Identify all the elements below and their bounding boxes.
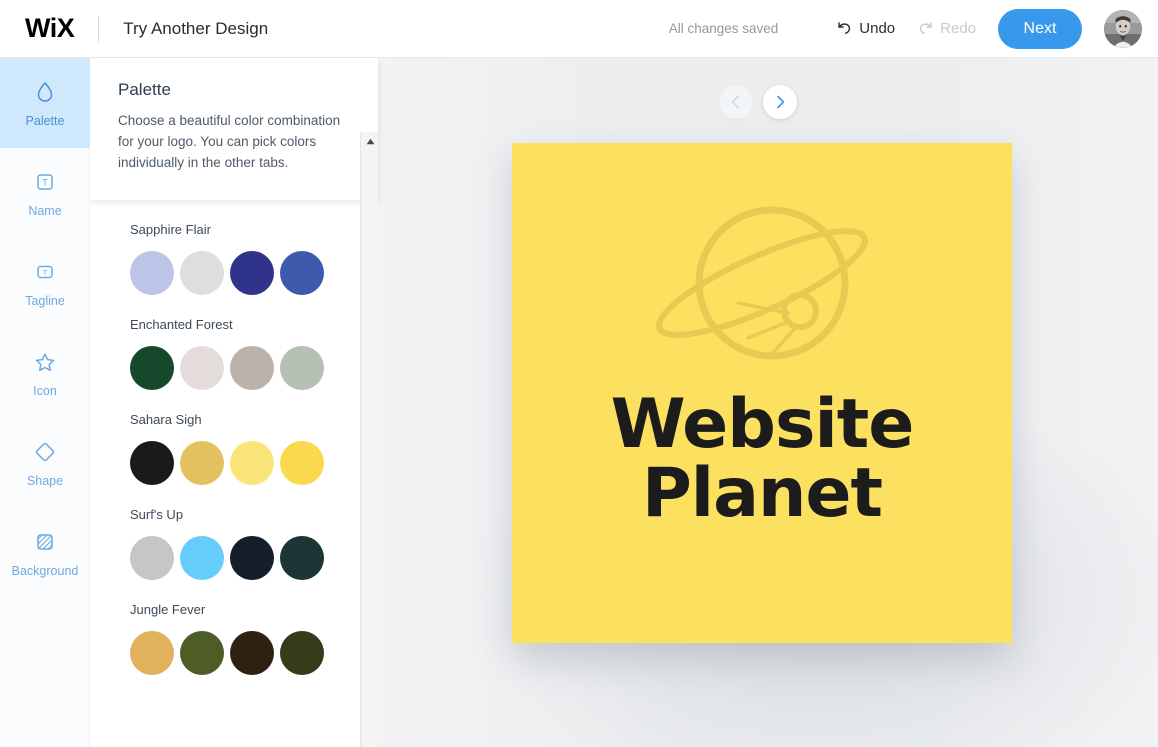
palette-swatches [130, 536, 360, 580]
palette-option-sapphire-flair[interactable]: Sapphire Flair [90, 222, 360, 295]
color-swatch[interactable] [130, 536, 174, 580]
color-swatch[interactable] [280, 631, 324, 675]
color-swatch[interactable] [280, 346, 324, 390]
color-swatch[interactable] [180, 536, 224, 580]
chevron-left-icon [731, 95, 739, 109]
caret-up-icon [366, 138, 374, 144]
left-nav-rail: Palette T Name T Tagline Icon Shape Back… [0, 58, 90, 747]
color-swatch[interactable] [230, 441, 274, 485]
logo-preview-canvas: Website Planet [378, 58, 1158, 747]
avatar-image [1104, 9, 1142, 48]
redo-button[interactable]: Redo [917, 20, 976, 37]
palette-name: Jungle Fever [130, 602, 206, 617]
color-swatch[interactable] [130, 631, 174, 675]
sidebar-item-label: Tagline [25, 294, 65, 309]
palette-panel: Sapphire Flair Enchanted Forest Sahara S… [90, 58, 378, 747]
sidebar-item-label: Palette [25, 114, 65, 129]
next-design-button[interactable] [763, 85, 797, 119]
palette-list: Sapphire Flair Enchanted Forest Sahara S… [90, 190, 360, 697]
sidebar-item-shape[interactable]: Shape [0, 418, 90, 508]
scroll-up-arrow-button[interactable] [361, 132, 379, 150]
redo-icon [917, 20, 934, 37]
sidebar-item-palette[interactable]: Palette [0, 58, 90, 148]
palette-option-jungle-fever[interactable]: Jungle Fever [90, 602, 360, 675]
sidebar-item-tagline[interactable]: T Tagline [0, 238, 90, 328]
palette-option-surfs-up[interactable]: Surf's Up [90, 507, 360, 580]
color-swatch[interactable] [180, 251, 224, 295]
logo-text-line-2: Planet [641, 454, 883, 534]
undo-icon [836, 20, 853, 37]
svg-text:T: T [42, 178, 48, 188]
text-box-small-icon: T [31, 258, 59, 286]
sidebar-item-background[interactable]: Background [0, 508, 90, 598]
panel-header: Palette Choose a beautiful color combina… [90, 58, 378, 200]
palette-swatches [130, 251, 360, 295]
header-divider [98, 15, 100, 42]
color-swatch[interactable] [230, 251, 274, 295]
chevron-right-icon [777, 95, 785, 109]
color-swatch[interactable] [230, 631, 274, 675]
palette-swatches [130, 441, 360, 485]
svg-text:T: T [43, 268, 48, 277]
palette-name: Sahara Sigh [130, 412, 202, 427]
logo-preview-card[interactable]: Website Planet [512, 143, 1012, 643]
hatched-square-icon [31, 528, 59, 556]
previous-design-button[interactable] [719, 85, 753, 119]
palette-name: Surf's Up [130, 507, 184, 522]
palette-scrollbar[interactable] [360, 132, 378, 747]
droplet-icon [31, 78, 59, 106]
sidebar-item-label: Background [11, 564, 79, 579]
palette-option-enchanted-forest[interactable]: Enchanted Forest [90, 317, 360, 390]
palette-name: Enchanted Forest [130, 317, 233, 332]
diamond-icon [31, 438, 59, 466]
color-swatch[interactable] [130, 346, 174, 390]
color-swatch[interactable] [230, 346, 274, 390]
header-actions: All changes saved Undo Redo Next [668, 8, 1158, 49]
color-swatch[interactable] [280, 251, 324, 295]
save-status-text: All changes saved [668, 21, 779, 36]
app-header: WiX Try Another Design All changes saved… [0, 0, 1158, 58]
palette-swatches [130, 631, 360, 675]
logo-text: Website Planet [512, 390, 1012, 529]
palette-swatches [130, 346, 360, 390]
wix-logo-maker-app: WiX Try Another Design All changes saved… [0, 0, 1158, 747]
text-box-icon: T [31, 168, 59, 196]
color-swatch[interactable] [180, 346, 224, 390]
palette-name: Sapphire Flair [130, 222, 211, 237]
color-swatch[interactable] [280, 441, 324, 485]
sidebar-item-label: Name [28, 204, 62, 219]
color-swatch[interactable] [180, 441, 224, 485]
user-avatar[interactable] [1104, 9, 1142, 48]
palette-scroll-area[interactable]: Sapphire Flair Enchanted Forest Sahara S… [90, 190, 360, 747]
wix-brand-logo[interactable]: WiX [25, 13, 75, 44]
color-swatch[interactable] [280, 536, 324, 580]
logo-text-line-1: Website [610, 385, 915, 464]
color-swatch[interactable] [130, 441, 174, 485]
next-button[interactable]: Next [998, 8, 1082, 49]
palette-option-sahara-sigh[interactable]: Sahara Sigh [90, 412, 360, 485]
sidebar-item-label: Icon [33, 384, 57, 399]
sidebar-item-icon[interactable]: Icon [0, 328, 90, 418]
color-swatch[interactable] [230, 536, 274, 580]
page-title: Try Another Design [123, 18, 269, 38]
sidebar-item-name[interactable]: T Name [0, 148, 90, 238]
redo-label: Redo [940, 20, 976, 37]
color-swatch[interactable] [130, 251, 174, 295]
design-navigation [719, 85, 797, 119]
panel-title: Palette [118, 80, 171, 99]
undo-button[interactable]: Undo [836, 20, 895, 37]
panel-description: Choose a beautiful color combination for… [118, 113, 341, 170]
undo-label: Undo [859, 20, 896, 37]
saturn-planet-icon [612, 191, 912, 371]
color-swatch[interactable] [180, 631, 224, 675]
sidebar-item-label: Shape [26, 474, 64, 489]
star-icon [31, 348, 59, 376]
